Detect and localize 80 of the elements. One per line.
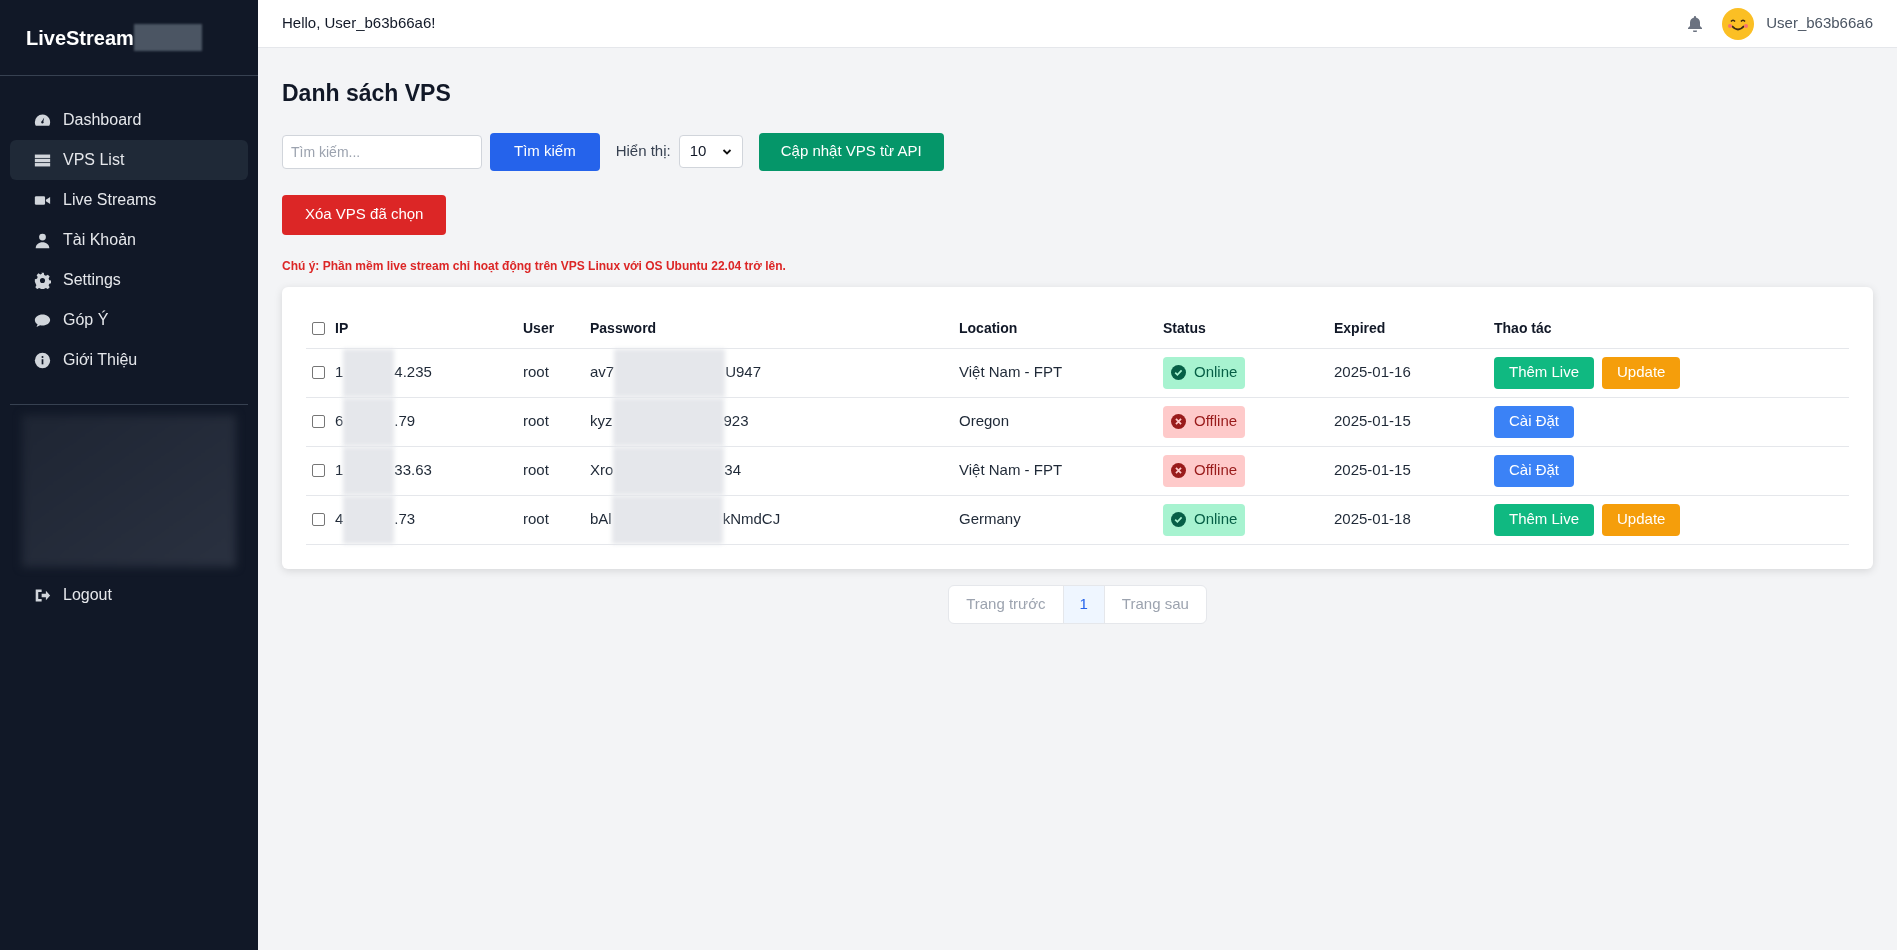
check-circle-icon — [1171, 512, 1186, 527]
table-cell-text: 4 — [335, 509, 344, 530]
table-cell-text: kyz — [590, 411, 613, 432]
column-header: Thao tác — [1494, 318, 1552, 338]
table-cell-text: Germany — [959, 509, 1021, 530]
table-cell-text: 2025-01-15 — [1334, 460, 1411, 481]
table-cell-text: root — [523, 460, 549, 481]
column-header: Status — [1163, 318, 1206, 338]
install-button[interactable]: Cài Đặt — [1494, 454, 1575, 487]
add-live-button[interactable]: Thêm Live — [1494, 356, 1595, 389]
page-size-label: Hiển thị: — [615, 141, 671, 162]
info-icon — [34, 351, 51, 369]
sidebar-item[interactable]: Tài Khoản — [10, 220, 248, 260]
column-header: IP — [335, 318, 349, 338]
table-cell-text: root — [523, 509, 549, 530]
table-cell-text: 34 — [724, 460, 742, 481]
checkbox[interactable] — [312, 321, 325, 335]
page-size-select[interactable]: 10 — [678, 135, 743, 168]
table-cell-text: U947 — [725, 362, 762, 383]
table-cell-text: 6 — [335, 411, 344, 432]
table-cell-text: 1 — [335, 362, 344, 383]
sidebar-item[interactable]: Live Streams — [10, 180, 248, 220]
logout-link[interactable]: Logout — [0, 575, 258, 615]
page-link[interactable]: 1 — [1062, 585, 1105, 623]
column-header: User — [523, 318, 555, 338]
check-circle-icon — [1171, 365, 1186, 380]
table-cell-text: Xro — [590, 460, 614, 481]
user-icon — [34, 231, 51, 249]
greeting-text: Hello, User_b63b66a6! — [282, 13, 436, 34]
table-cell-text: 33.63 — [394, 460, 432, 481]
brand-logo: LiveStream — [26, 25, 134, 51]
column-header: Location — [959, 318, 1018, 338]
install-button[interactable]: Cài Đặt — [1494, 405, 1575, 438]
sidebar-item[interactable]: Góp Ý — [10, 300, 248, 340]
table-cell-text: 4.235 — [394, 362, 432, 383]
redaction-blur — [133, 24, 202, 51]
search-button[interactable]: Tìm kiếm — [490, 132, 600, 171]
table-cell-text: Việt Nam - FPT — [959, 362, 1063, 383]
username-text: User_b63b66a6 — [1766, 13, 1873, 34]
next-page-link[interactable]: Trang sau — [1104, 585, 1206, 623]
table-cell-text: root — [523, 411, 549, 432]
checkbox[interactable] — [312, 464, 325, 477]
sidebar-item[interactable]: Giới Thiệu — [10, 340, 248, 380]
x-circle-icon — [1171, 463, 1186, 478]
checkbox[interactable] — [312, 513, 325, 526]
table-cell-text: 2025-01-18 — [1334, 509, 1411, 530]
sync-button[interactable]: Cập nhật VPS từ API — [758, 132, 944, 171]
page-title: Danh sách VPS — [282, 79, 452, 108]
delete-selected-button[interactable]: Xóa VPS đã chọn — [282, 194, 447, 235]
status-badge: Online — [1163, 503, 1246, 536]
sidebar-item[interactable]: Settings — [10, 260, 248, 300]
table-cell-text: 2025-01-15 — [1334, 411, 1411, 432]
status-badge: Online — [1163, 356, 1246, 389]
add-live-button[interactable]: Thêm Live — [1494, 503, 1595, 536]
avatar-icon[interactable] — [1722, 7, 1755, 40]
settings-icon — [34, 271, 51, 289]
search-field[interactable]: Tìm kiếm... — [282, 134, 482, 169]
bell-icon[interactable] — [1688, 15, 1703, 32]
notice-text: Chú ý: Phần mềm live stream chỉ hoạt động trên VPS Linux với OS Ubuntu 22.04 trở lên. — [282, 257, 787, 275]
table-cell-text: .73 — [394, 509, 416, 530]
previous-page-link[interactable]: Trang trước — [949, 585, 1063, 623]
status-badge: Offline — [1163, 454, 1246, 487]
sidebar-item[interactable]: VPS List — [10, 140, 248, 180]
checkbox[interactable] — [312, 366, 325, 379]
table-cell-text: bAl — [590, 509, 612, 530]
x-circle-icon — [1171, 414, 1186, 429]
table-cell-text: .79 — [394, 411, 416, 432]
table-cell-text: Việt Nam - FPT — [959, 460, 1063, 481]
table-cell-text: Oregon — [959, 411, 1010, 432]
column-header: Password — [590, 318, 657, 338]
table-cell-text: root — [523, 362, 549, 383]
status-badge: Offline — [1163, 405, 1246, 438]
column-header: Expired — [1334, 318, 1386, 338]
table-cell-text: av7 — [590, 362, 615, 383]
table-cell-text: 2025-01-16 — [1334, 362, 1411, 383]
sidebar-item[interactable]: Dashboard — [10, 100, 248, 140]
checkbox[interactable] — [312, 415, 325, 428]
table-cell-text: 1 — [335, 460, 344, 481]
table-cell-text: kNmdCJ — [722, 509, 781, 530]
table-cell-text: 923 — [723, 411, 749, 432]
